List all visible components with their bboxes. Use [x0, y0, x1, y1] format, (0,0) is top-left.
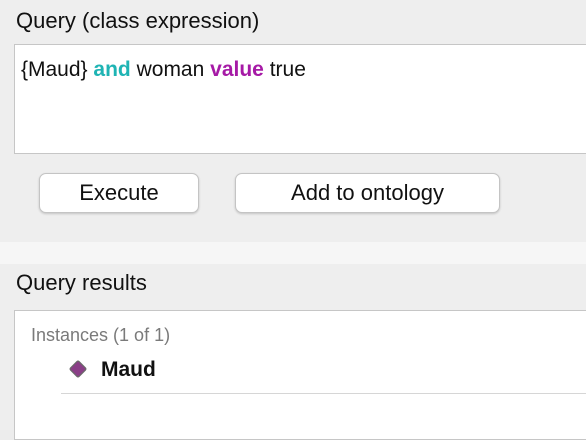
individual-diamond-icon	[69, 360, 87, 378]
expression-keyword-value: value	[210, 58, 264, 81]
query-results-list: Instances (1 of 1) Maud	[14, 310, 586, 440]
add-to-ontology-button[interactable]: Add to ontology	[235, 173, 500, 213]
query-section-title: Query (class expression)	[16, 8, 260, 33]
expression-keyword-and: and	[93, 58, 131, 81]
result-item-maud[interactable]: Maud	[61, 353, 586, 394]
class-expression-editor[interactable]: {Maud} and woman value true	[14, 44, 586, 154]
expression-token-true: true	[269, 58, 306, 81]
panel-separator	[0, 242, 586, 264]
instances-header: Instances (1 of 1)	[31, 325, 171, 345]
expression-token-maud: {Maud}	[21, 58, 88, 81]
result-item-label: Maud	[101, 358, 156, 381]
execute-button[interactable]: Execute	[39, 173, 199, 213]
results-section-title: Query results	[16, 270, 147, 295]
expression-token-woman: woman	[136, 58, 205, 81]
